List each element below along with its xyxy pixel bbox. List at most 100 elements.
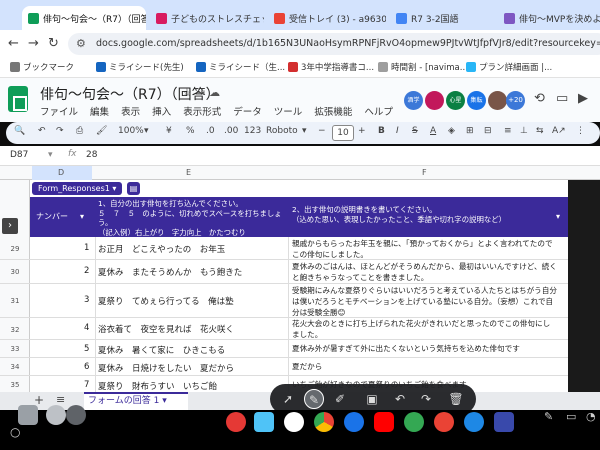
app-icon[interactable] (226, 412, 246, 432)
star-icon[interactable]: ☆ (182, 86, 196, 99)
cell-haiku[interactable]: 夏休み 日焼けをしたい 夏だから (98, 362, 234, 374)
wifi-icon[interactable]: ◔ (586, 410, 596, 423)
browser-tab-stress[interactable]: 子どものストレスチェック (150, 6, 264, 30)
table-icon[interactable]: ▤ (127, 182, 140, 195)
cell-number[interactable]: 1 (84, 243, 89, 253)
currency-button[interactable]: ¥ (166, 126, 172, 136)
menu-insert[interactable]: 挿入 (152, 107, 171, 118)
bookmark-mirai-student[interactable]: ミライシード（生... (196, 61, 285, 73)
redo-icon[interactable]: ↷ (56, 126, 64, 136)
cell-number[interactable]: 2 (84, 266, 89, 276)
valign-icon[interactable]: ⊥ (520, 126, 528, 136)
undo-icon[interactable]: ↶ (38, 126, 46, 136)
history-icon[interactable]: ⟲ (534, 91, 545, 106)
font-size-field[interactable]: 10 (332, 125, 354, 141)
print-icon[interactable]: ⎙ (76, 126, 83, 136)
font-size-increase[interactable]: + (358, 126, 366, 136)
cell-description[interactable]: 花火大会のときに打ち上げられた花火がきれいだと思ったのでこの俳句にしました。 (292, 318, 557, 340)
avatar[interactable]: 酒学 (404, 91, 423, 110)
browser-tab-mvp[interactable]: 俳句〜MVPを決めよう (498, 6, 600, 30)
cell-number[interactable]: 6 (84, 362, 89, 372)
classroom-icon[interactable] (494, 412, 514, 432)
avatar[interactable]: 心星 (446, 91, 465, 110)
docs-icon[interactable] (344, 412, 364, 432)
column-f-header[interactable]: F (422, 168, 427, 177)
pen-icon[interactable]: ✎ (304, 389, 324, 409)
table-row[interactable]: 34 6 夏休み 日焼けをしたい 夏だから 夏だから (0, 358, 568, 376)
menu-data[interactable]: データ (233, 107, 262, 118)
sheet-grid[interactable]: Form_Responses1 ▾ ▤ ナンバー ▾ 1、自分の出す俳句を打ち込… (0, 180, 600, 396)
table-row[interactable]: 29 1 お正月 どこえやったの お年玉 親戚からもらったお年玉を親に、「預かっ… (0, 237, 568, 260)
collaborator-count-badge[interactable]: +20 (506, 91, 525, 110)
all-sheets-icon[interactable]: ≡ (56, 393, 65, 406)
cell-haiku[interactable]: 浴衣着て 夜空を見れば 花火咲く (98, 323, 234, 335)
browser-tab-haiku[interactable]: 俳句〜句会〜（R7）（回答 ✕ (22, 6, 146, 30)
cell-description[interactable]: 受験期にみんな夏祭りぐらいはいいだろうと考えている人たちとはちがう自分は僕いだろ… (292, 285, 557, 318)
cast-icon[interactable]: ▭ (566, 410, 576, 423)
sheet-tab-responses[interactable]: フォームの回答 1 ▾ (84, 392, 188, 410)
number-format-button[interactable]: 123 (244, 126, 261, 136)
reload-icon[interactable]: ↻ (48, 37, 59, 51)
meet-icon[interactable]: ▶ (578, 91, 588, 106)
check-icon[interactable] (66, 405, 86, 425)
stylus-icon[interactable]: ✎ (544, 410, 553, 423)
borders-icon[interactable]: ⊞ (466, 126, 474, 136)
header-number[interactable]: ナンバー (36, 212, 68, 222)
column-d-header[interactable]: D (58, 168, 64, 177)
header-description[interactable]: 2、出す俳句の説明書きを書いてください。 （込めた思い、表現したかったこと、季語… (292, 205, 552, 225)
move-icon[interactable]: ⇥ (196, 86, 209, 99)
highlighter-icon[interactable]: ✐ (330, 389, 350, 409)
trash-icon[interactable]: 🗑 (446, 389, 466, 409)
cell-description[interactable]: 夏だから (292, 361, 557, 372)
header-haiku[interactable]: 1、自分の出す俳句を打ち込んでください。 ５ ７ ５ のように、切れめでスペース… (98, 199, 294, 237)
cloud-icon[interactable]: ☁ (209, 86, 224, 99)
increase-decimal-button[interactable]: .00 (224, 126, 238, 136)
cell-number[interactable]: 3 (84, 295, 89, 305)
more-icon[interactable]: ⋮ (576, 126, 585, 136)
avatar[interactable] (488, 91, 507, 110)
decrease-decimal-button[interactable]: .0 (206, 126, 215, 136)
cell-haiku[interactable]: 夏休み またそうめんか もう飽きた (98, 266, 242, 278)
menu-help[interactable]: ヘルプ (364, 107, 393, 118)
bookmark-mirai-teacher[interactable]: ミライシード(先生) (96, 61, 184, 73)
side-panel-toggle-icon[interactable]: › (2, 218, 18, 234)
menu-format[interactable]: 表示形式 (183, 107, 221, 118)
wrap-icon[interactable]: ⇆ (536, 126, 544, 136)
cell-haiku[interactable]: 夏休み 暑くて家に ひきこもる (98, 344, 225, 356)
avatar[interactable] (425, 91, 444, 110)
browser-tab-inbox[interactable]: 受信トレイ (3) - a963091 (268, 6, 386, 30)
menu-edit[interactable]: 編集 (90, 107, 109, 118)
search-menu-icon[interactable]: 🔍 (14, 126, 25, 136)
undo-icon[interactable]: ↶ (390, 389, 410, 409)
fill-color-icon[interactable]: ◈ (448, 126, 455, 136)
percent-button[interactable]: % (186, 126, 195, 136)
table-row[interactable]: 30 2 夏休み またそうめんか もう飽きた 夏休みのごはんは、ほとんどがそうめ… (0, 260, 568, 284)
chevron-down-icon[interactable]: ▾ (144, 126, 149, 136)
avatar[interactable]: 集転 (467, 91, 486, 110)
pointer-icon[interactable]: ➚ (278, 389, 298, 409)
text-color-button[interactable]: A (430, 126, 436, 136)
play-store-icon[interactable] (404, 412, 424, 432)
table-row[interactable]: 33 5 夏休み 暑くて家に ひきこもる 夏休み外が暑すぎて外に出たくないという… (0, 340, 568, 358)
column-e-header[interactable]: E (186, 168, 191, 177)
name-box-dropdown-icon[interactable]: ▾ (48, 150, 53, 160)
meet-icon[interactable] (464, 412, 484, 432)
address-bar[interactable]: ⚙ docs.google.com/spreadsheets/d/1b165N3… (68, 33, 600, 55)
font-select[interactable]: Roboto (266, 126, 298, 136)
name-box[interactable]: D87 (10, 150, 28, 160)
gmail-icon[interactable] (284, 412, 304, 432)
chrome-icon[interactable] (314, 412, 334, 432)
strikethrough-button[interactable]: S (412, 126, 418, 136)
site-info-icon[interactable]: ⚙ (76, 33, 86, 55)
table-row[interactable]: 32 4 浴衣着て 夜空を見れば 花火咲く 花火大会のときに打ち上げられた花火が… (0, 318, 568, 340)
redo-icon[interactable]: ↷ (416, 389, 436, 409)
files-icon[interactable] (254, 412, 274, 432)
sheets-logo-icon[interactable] (8, 86, 28, 112)
chevron-down-icon[interactable]: ▾ (556, 212, 560, 222)
cell-haiku[interactable]: 夏祭り てめぇら行ってる 俺は塾 (98, 295, 234, 307)
keyboard-icon[interactable] (18, 405, 38, 425)
cell-description[interactable]: 夏休み外が暑すぎて外に出たくないという気持ちを込めた俳句です (292, 343, 557, 354)
rotate-icon[interactable]: A↗ (552, 126, 566, 136)
menu-view[interactable]: 表示 (121, 107, 140, 118)
cell-haiku[interactable]: 夏祭り 財布うすい いちご飴 (98, 380, 217, 392)
